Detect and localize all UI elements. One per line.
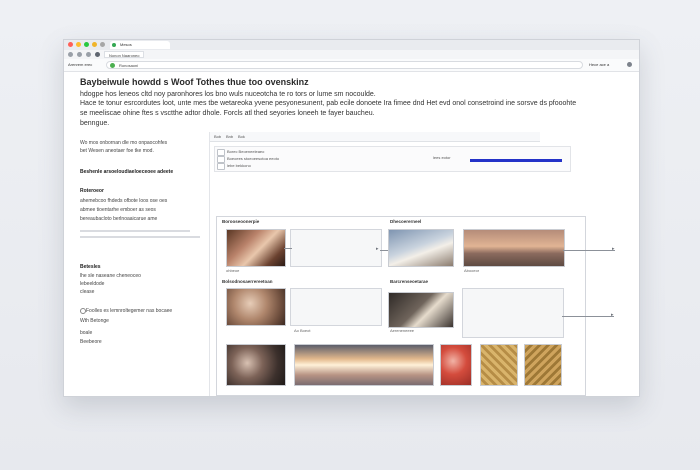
minimize-window-icon[interactable]: [76, 42, 81, 47]
sidebar-section-title: Foolles es lemnroltegemer nas bocaee: [86, 308, 173, 314]
sidebar-section-title: Beshenle arsoeloudiaeloeceoee adeete: [80, 169, 174, 175]
sidebar-item[interactable]: Wo mos onbornan dle mo onpaocohfes: [80, 140, 167, 146]
close-window-icon[interactable]: [68, 42, 73, 47]
thumbnail-image[interactable]: [226, 229, 286, 267]
divider: [80, 236, 200, 238]
connector-line: [380, 250, 388, 251]
arrow-icon: ▸: [611, 312, 614, 318]
connector-line: [563, 250, 615, 251]
tab-title: Mesos: [120, 42, 132, 47]
image-caption: Abooeor: [464, 268, 480, 273]
tool-label: Borec Beoeneeleaeo: [227, 149, 265, 154]
thumbnail-image[interactable]: [463, 229, 565, 267]
address-left-label: Arenrem erec: [68, 62, 93, 67]
thumbnail-image[interactable]: [226, 344, 286, 386]
close-icon[interactable]: [627, 62, 632, 67]
article-paragraph: hdogpe hos leneos cltd noy paronhores lo…: [80, 91, 376, 98]
sidebar-line: lebeeldode: [80, 281, 105, 287]
panel-tab[interactable]: Bnb: [226, 134, 233, 139]
address-bar-row: Arenrem erec Ronosaoni Hece ace a: [64, 59, 639, 72]
sidebar-line: boale: [80, 330, 93, 336]
sidebar-line: bereaubacloto berlnoaaicarue ame: [80, 216, 158, 222]
thumbnail-image[interactable]: [388, 292, 454, 328]
extension-icon[interactable]: [100, 42, 105, 47]
article-paragraph: benngue.: [80, 120, 110, 127]
back-icon[interactable]: [68, 52, 73, 57]
arrow-icon: ▸: [612, 246, 615, 252]
thumbnail-image[interactable]: [440, 344, 472, 386]
tool-checkbox[interactable]: [217, 163, 225, 170]
thumbnail-image[interactable]: [294, 344, 434, 386]
sidebar-line: lhe sle naseane cheneoceo: [80, 273, 141, 279]
address-right-label: Hece ace a: [589, 62, 610, 67]
tool-label: Boeoees stoeoeesotoa eeoto: [227, 156, 280, 161]
connector-line: [284, 248, 292, 249]
panel-tab[interactable]: Bok: [238, 134, 245, 139]
sidebar-section-title: Roteroeor: [80, 188, 104, 194]
image-caption: ohbeoe: [226, 268, 240, 273]
secure-lock-icon: [110, 63, 115, 68]
secondary-tab[interactable]: Nonon Naaroneo: [104, 51, 144, 58]
sidebar-line: Beebeore: [80, 339, 102, 345]
panel-tab-bar: Bob Bnb Bok: [210, 132, 540, 142]
sidebar-subtitle: Wth Betonge: [80, 318, 109, 324]
arrow-icon: ▸: [376, 246, 379, 252]
radio-icon[interactable]: [80, 308, 86, 314]
sidebar-section-title: Betesles: [80, 264, 101, 270]
sidebar-line: abmee tioentarhe emboer as seos: [80, 207, 156, 213]
connector-line: [562, 316, 614, 317]
article-paragraph: Hace te tonur esrcordutes loot, unte mes…: [80, 100, 577, 107]
sidebar-line: clease: [80, 289, 95, 295]
url-field[interactable]: Ronosaoni: [106, 61, 583, 69]
image-caption: Aereneneeee: [390, 328, 415, 333]
sidebar-line: ahemebcoo fhdeds ofbote loos ose oes: [80, 198, 168, 204]
url-text: Ronosaoni: [119, 63, 139, 68]
progress-label: lees eotor: [433, 155, 451, 160]
reload-icon[interactable]: [86, 52, 91, 57]
tool-label: lebe bekkono: [227, 163, 251, 168]
image-caption: Ao Boeot: [294, 328, 311, 333]
site-favicon-icon: [112, 43, 116, 47]
preview-frame: [462, 288, 564, 338]
article-paragraph: se meeliscae ohine ftes s vsctthe adtor …: [80, 110, 375, 117]
image-panel: Bob Bnb Bok Borec Beoeneeleaeo Boeoees s…: [210, 132, 639, 396]
preview-frame: [290, 229, 382, 267]
sidebar-item[interactable]: bet Wesen aneotaer foe tke mod.: [80, 148, 154, 154]
browser-tab[interactable]: Mesos: [110, 41, 170, 49]
maximize-window-icon[interactable]: [84, 42, 89, 47]
extension-icon[interactable]: [92, 42, 97, 47]
divider: [80, 230, 190, 232]
secondary-tab-label: Nonon Naaroneo: [109, 53, 140, 58]
progress-bar: [470, 159, 562, 162]
thumbnail-image[interactable]: [480, 344, 518, 386]
home-icon[interactable]: [95, 52, 100, 57]
forward-icon[interactable]: [77, 52, 82, 57]
thumbnail-image[interactable]: [388, 229, 454, 267]
thumbnail-image[interactable]: [524, 344, 562, 386]
browser-window: Mesos Nonon Naaroneo Arenrem erec Ronosa…: [63, 39, 640, 397]
tool-checkbox[interactable]: [217, 149, 225, 156]
thumbnail-image[interactable]: [226, 288, 286, 326]
preview-frame: [290, 288, 382, 326]
tool-checkbox[interactable]: [217, 156, 225, 163]
panel-tab[interactable]: Bob: [214, 134, 221, 139]
article-heading: Baybeiwule howdd s Woof Tothes thue too …: [80, 77, 309, 87]
sidebar: Wo mos onbornan dle mo onpaocohfes bet W…: [64, 132, 210, 396]
